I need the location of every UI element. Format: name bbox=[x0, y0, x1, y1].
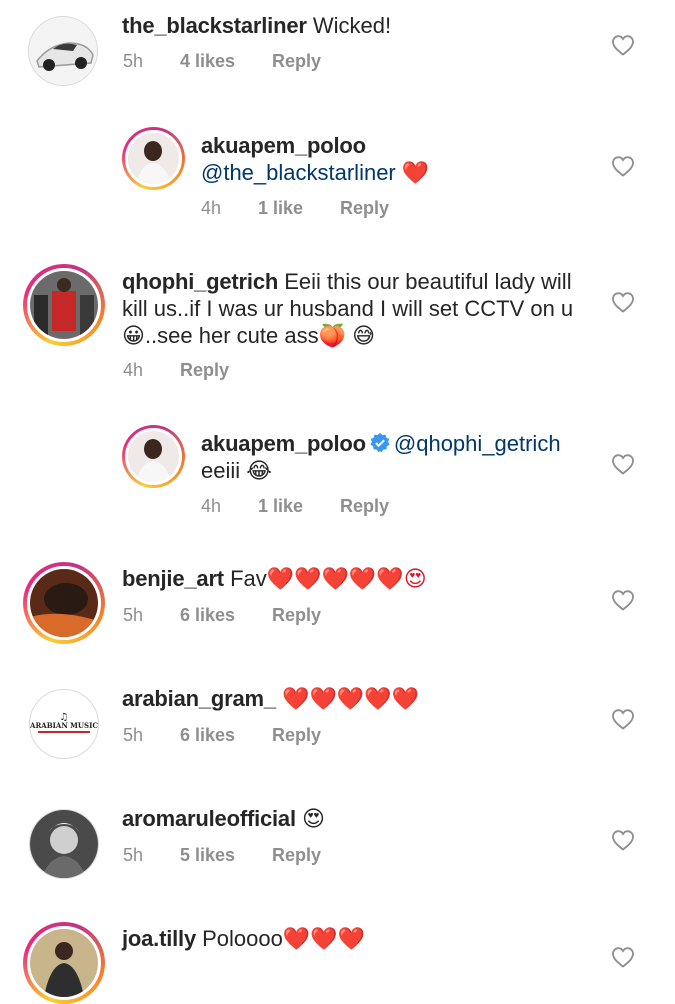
avatar[interactable] bbox=[122, 425, 185, 488]
avatar[interactable] bbox=[28, 16, 98, 86]
comment-emoji: ❤️❤️❤️ bbox=[282, 927, 366, 952]
comment-emoji: 😀 bbox=[122, 324, 145, 349]
avatar[interactable] bbox=[122, 127, 185, 190]
like-heart-icon[interactable] bbox=[611, 829, 635, 851]
mention-link[interactable]: @qhophi_getrich bbox=[394, 431, 561, 456]
comment-username[interactable]: akuapem_poloo bbox=[201, 132, 429, 159]
reply-button[interactable]: Reply bbox=[272, 725, 321, 746]
like-heart-icon[interactable] bbox=[611, 291, 635, 313]
verified-badge-icon bbox=[370, 432, 390, 453]
woman-avatar-icon bbox=[30, 929, 98, 997]
likes-count[interactable]: 1 like bbox=[258, 198, 340, 219]
comment-emoji: ❤️❤️❤️❤️❤️ bbox=[282, 687, 420, 712]
comment-username[interactable]: qhophi_getrich bbox=[122, 269, 278, 294]
comment-emoji: 🍑 bbox=[318, 324, 346, 349]
comment-time: 5h bbox=[123, 51, 144, 71]
avatar-logo-text: ARABIAN MUSIC bbox=[30, 721, 98, 730]
like-heart-icon[interactable] bbox=[611, 453, 635, 475]
comment-time: 5h bbox=[123, 605, 144, 625]
mention-link[interactable]: @the_blackstarliner bbox=[201, 160, 396, 185]
comment-text: Fav bbox=[230, 566, 267, 591]
comment-emoji: ❤️ bbox=[401, 161, 430, 186]
comment-emoji: 😍 bbox=[302, 807, 325, 832]
likes-count[interactable]: 1 like bbox=[258, 496, 340, 517]
comment-username[interactable]: aromaruleofficial bbox=[122, 806, 296, 831]
comment-text-line: kill us..if I was ur husband I will set … bbox=[122, 296, 574, 321]
comment-time: 4h bbox=[201, 496, 222, 516]
reply-button[interactable]: Reply bbox=[272, 51, 321, 72]
like-heart-icon[interactable] bbox=[611, 946, 635, 968]
comment-username[interactable]: arabian_gram_ bbox=[122, 686, 276, 711]
comment-username[interactable]: joa.tilly bbox=[122, 926, 196, 951]
comment-emoji: ❤️❤️❤️❤️❤️😍 bbox=[266, 567, 427, 592]
woman-avatar-icon bbox=[128, 133, 179, 184]
likes-count[interactable]: 6 likes bbox=[180, 605, 272, 626]
comment-username[interactable]: benjie_art bbox=[122, 566, 224, 591]
likes-count[interactable]: 6 likes bbox=[180, 725, 272, 746]
comment-text: Wicked! bbox=[312, 13, 392, 38]
likes-count[interactable]: 5 likes bbox=[180, 845, 272, 866]
car-avatar-icon bbox=[29, 17, 97, 85]
art-avatar-icon bbox=[30, 569, 98, 637]
like-heart-icon[interactable] bbox=[611, 708, 635, 730]
reply-button[interactable]: Reply bbox=[272, 605, 321, 626]
avatar[interactable] bbox=[23, 922, 105, 1004]
reply-button[interactable]: Reply bbox=[340, 496, 389, 517]
reply-button[interactable]: Reply bbox=[340, 198, 389, 219]
comment-username[interactable]: akuapem_poloo bbox=[201, 431, 366, 456]
person-avatar-icon bbox=[30, 810, 98, 878]
reply-button[interactable]: Reply bbox=[272, 845, 321, 866]
comment-emoji: 😂 bbox=[246, 459, 272, 484]
comment-text: eeiii bbox=[201, 458, 241, 483]
comment-text: Poloooo bbox=[202, 926, 283, 951]
comment-time: 5h bbox=[123, 845, 144, 865]
likes-count[interactable]: 4 likes bbox=[180, 51, 272, 72]
comment-time: 4h bbox=[123, 360, 144, 380]
avatar[interactable]: ♫ ARABIAN MUSIC bbox=[29, 689, 99, 759]
comment-username[interactable]: the_blackstarliner bbox=[122, 13, 307, 38]
avatar[interactable] bbox=[29, 809, 99, 879]
comment-time: 5h bbox=[123, 725, 144, 745]
woman-avatar-icon bbox=[128, 431, 179, 482]
comment-time: 4h bbox=[201, 198, 222, 218]
comment-text-line: Eeii this our beautiful lady will bbox=[284, 269, 572, 294]
group-photo-avatar-icon bbox=[30, 271, 98, 339]
avatar[interactable] bbox=[23, 264, 105, 346]
like-heart-icon[interactable] bbox=[611, 34, 635, 56]
like-heart-icon[interactable] bbox=[611, 155, 635, 177]
comment-text-line: ..see her cute ass bbox=[144, 323, 319, 348]
like-heart-icon[interactable] bbox=[611, 589, 635, 611]
reply-button[interactable]: Reply bbox=[180, 360, 229, 381]
avatar[interactable] bbox=[23, 562, 105, 644]
comment-emoji: 😅 bbox=[352, 324, 376, 349]
